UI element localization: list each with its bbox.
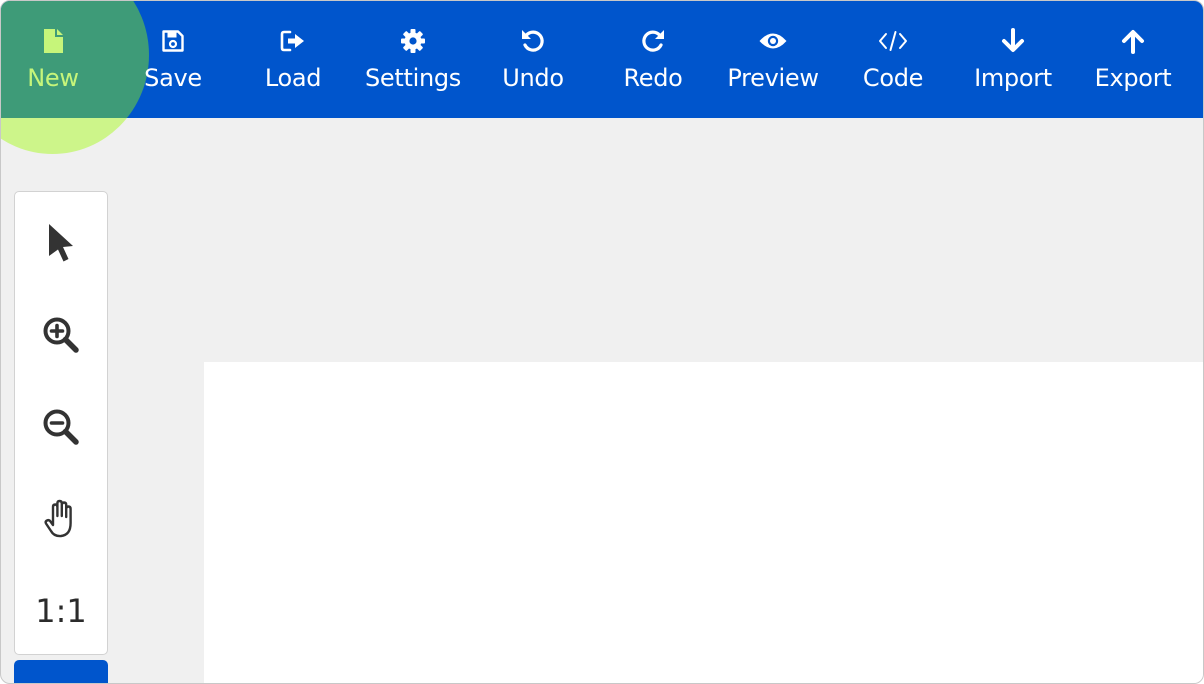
redo-icon [642,30,664,52]
load-button-label: Load [264,64,322,92]
select-tool-button[interactable] [15,197,107,289]
zoom-out-button[interactable] [15,381,107,473]
settings-button[interactable]: Settings [353,1,473,118]
arrow-down-icon [1002,28,1024,52]
cursor-pointer-icon [49,224,73,262]
settings-button-label: Settings [364,64,462,92]
zoom-out-icon [43,409,79,445]
preview-button[interactable]: Preview [713,1,833,118]
preview-button-label: Preview [727,64,819,92]
active-highlight-glow [1,118,161,178]
import-button-label: Import [974,64,1052,92]
sidebar-extra-button[interactable] [14,660,108,683]
save-button[interactable]: Save [113,1,233,118]
floppy-disk-icon [162,30,184,52]
tool-sidebar: 1:1 [14,191,108,655]
save-button-label: Save [144,64,202,92]
drawing-canvas[interactable] [204,362,1203,683]
redo-button-label: Redo [623,64,683,92]
redo-button[interactable]: Redo [593,1,713,118]
actual-size-button[interactable]: 1:1 [15,565,107,657]
file-icon [44,29,63,53]
import-button[interactable]: Import [953,1,1073,118]
eye-icon [759,33,787,49]
export-button-label: Export [1094,64,1172,92]
arrow-up-icon [1122,30,1144,54]
code-button[interactable]: Code [833,1,953,118]
hand-icon [44,499,72,538]
zoom-in-icon [43,317,79,353]
export-button[interactable]: Export [1073,1,1193,118]
load-button[interactable]: Load [233,1,353,118]
pan-tool-button[interactable] [15,473,107,565]
top-toolbar: New Save Load Settings Undo Redo Preview… [1,1,1203,118]
sign-in-icon [280,30,304,52]
app-window: New Save Load Settings Undo Redo Preview… [0,0,1204,684]
new-button[interactable]: New [1,1,113,118]
code-icon [879,31,907,51]
code-button-label: Code [862,64,924,92]
gear-icon [401,29,425,53]
undo-icon [522,30,544,52]
new-button-label: New [27,64,79,92]
undo-button-label: Undo [502,64,564,92]
undo-button[interactable]: Undo [473,1,593,118]
actual-size-label: 1:1 [35,592,87,630]
zoom-in-button[interactable] [15,289,107,381]
